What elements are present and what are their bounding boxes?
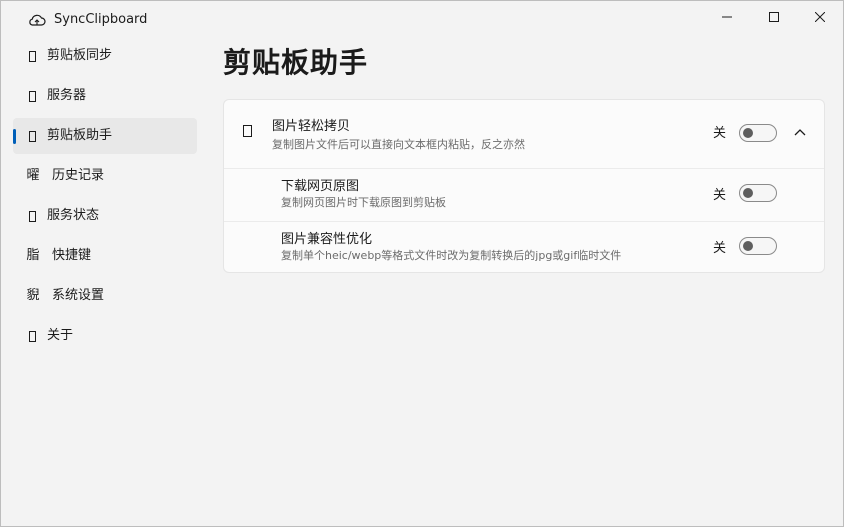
setting-title: 图片兼容性优化 [281, 232, 373, 247]
maximize-icon [769, 12, 779, 22]
setting-row-download-original: 下载网页原图 复制网页图片时下载原图到剪贴板 关 [224, 169, 824, 222]
title-bar[interactable]: SyncClipboard [1, 1, 843, 37]
sidebar-item-clipboard-assistant[interactable]: 剪贴板助手 [13, 118, 197, 154]
sidebar-nav: 剪贴板同步 服务器 剪贴板助手 曜 历史记录 服务状态 脂 快捷键 貎 系统设置… [13, 38, 197, 358]
page-title: 剪贴板助手 [223, 46, 369, 79]
sidebar-item-service-status[interactable]: 服务状态 [13, 198, 197, 234]
sidebar-item-label: 历史记录 [52, 168, 105, 183]
settings-icon: 貎 [26, 288, 40, 303]
info-icon [26, 327, 40, 345]
sidebar-item-label: 服务器 [47, 88, 87, 103]
download-original-toggle[interactable] [739, 184, 777, 202]
sidebar-item-label: 服务状态 [47, 208, 100, 223]
toggle-state-label: 关 [713, 188, 727, 203]
service-status-icon [26, 207, 40, 225]
close-icon [815, 12, 825, 22]
cloud-sync-icon [29, 14, 46, 26]
expander-header[interactable]: 图片轻松拷贝 复制图片文件后可以直接向文本框内粘贴，反之亦然 关 [224, 100, 824, 169]
setting-description: 复制单个heic/webp等格式文件时改为复制转换后的jpg或gif临时文件 [281, 249, 622, 262]
setting-description: 复制网页图片时下载原图到剪贴板 [281, 196, 446, 209]
close-button[interactable] [797, 1, 843, 33]
sidebar-item-hotkeys[interactable]: 脂 快捷键 [13, 238, 197, 274]
settings-expander: 图片轻松拷贝 复制图片文件后可以直接向文本框内粘贴，反之亦然 关 下载网页原图 … [223, 99, 825, 273]
sidebar-item-label: 剪贴板同步 [47, 48, 113, 63]
chevron-up-icon[interactable] [792, 126, 808, 140]
sidebar-item-clipboard-sync[interactable]: 剪贴板同步 [13, 38, 197, 74]
sidebar-item-history[interactable]: 曜 历史记录 [13, 158, 197, 194]
image-compat-toggle[interactable] [739, 237, 777, 255]
minimize-button[interactable] [704, 1, 750, 33]
toggle-state-label: 关 [713, 126, 727, 141]
toggle-knob [743, 188, 753, 198]
app-window: SyncClipboard 剪贴板同步 服务器 剪贴板助手 曜 历史记录 服务状… [0, 0, 844, 527]
sidebar-item-about[interactable]: 关于 [13, 318, 197, 354]
sidebar-item-label: 关于 [47, 328, 74, 343]
clipboard-sync-icon [26, 47, 40, 65]
toggle-state-label: 关 [713, 241, 727, 256]
toggle-knob [743, 128, 753, 138]
sidebar-item-label: 剪贴板助手 [47, 128, 113, 143]
server-icon [26, 87, 40, 105]
clipboard-assistant-icon [26, 127, 40, 145]
setting-description: 复制图片文件后可以直接向文本框内粘贴，反之亦然 [272, 138, 525, 151]
image-copy-icon [243, 125, 252, 137]
maximize-button[interactable] [751, 1, 797, 33]
setting-title: 下载网页原图 [281, 179, 360, 194]
keyboard-icon: 脂 [26, 248, 40, 263]
app-title: SyncClipboard [54, 12, 148, 27]
sidebar-item-system-settings[interactable]: 貎 系统设置 [13, 278, 197, 314]
sidebar-item-server[interactable]: 服务器 [13, 78, 197, 114]
setting-row-image-compat: 图片兼容性优化 复制单个heic/webp等格式文件时改为复制转换后的jpg或g… [224, 221, 824, 273]
setting-title: 图片轻松拷贝 [272, 119, 351, 134]
minimize-icon [722, 16, 732, 18]
sidebar-item-label: 快捷键 [52, 248, 92, 263]
toggle-knob [743, 241, 753, 251]
history-icon: 曜 [26, 168, 40, 183]
easy-image-copy-toggle[interactable] [739, 124, 777, 142]
sidebar-item-label: 系统设置 [52, 288, 105, 303]
